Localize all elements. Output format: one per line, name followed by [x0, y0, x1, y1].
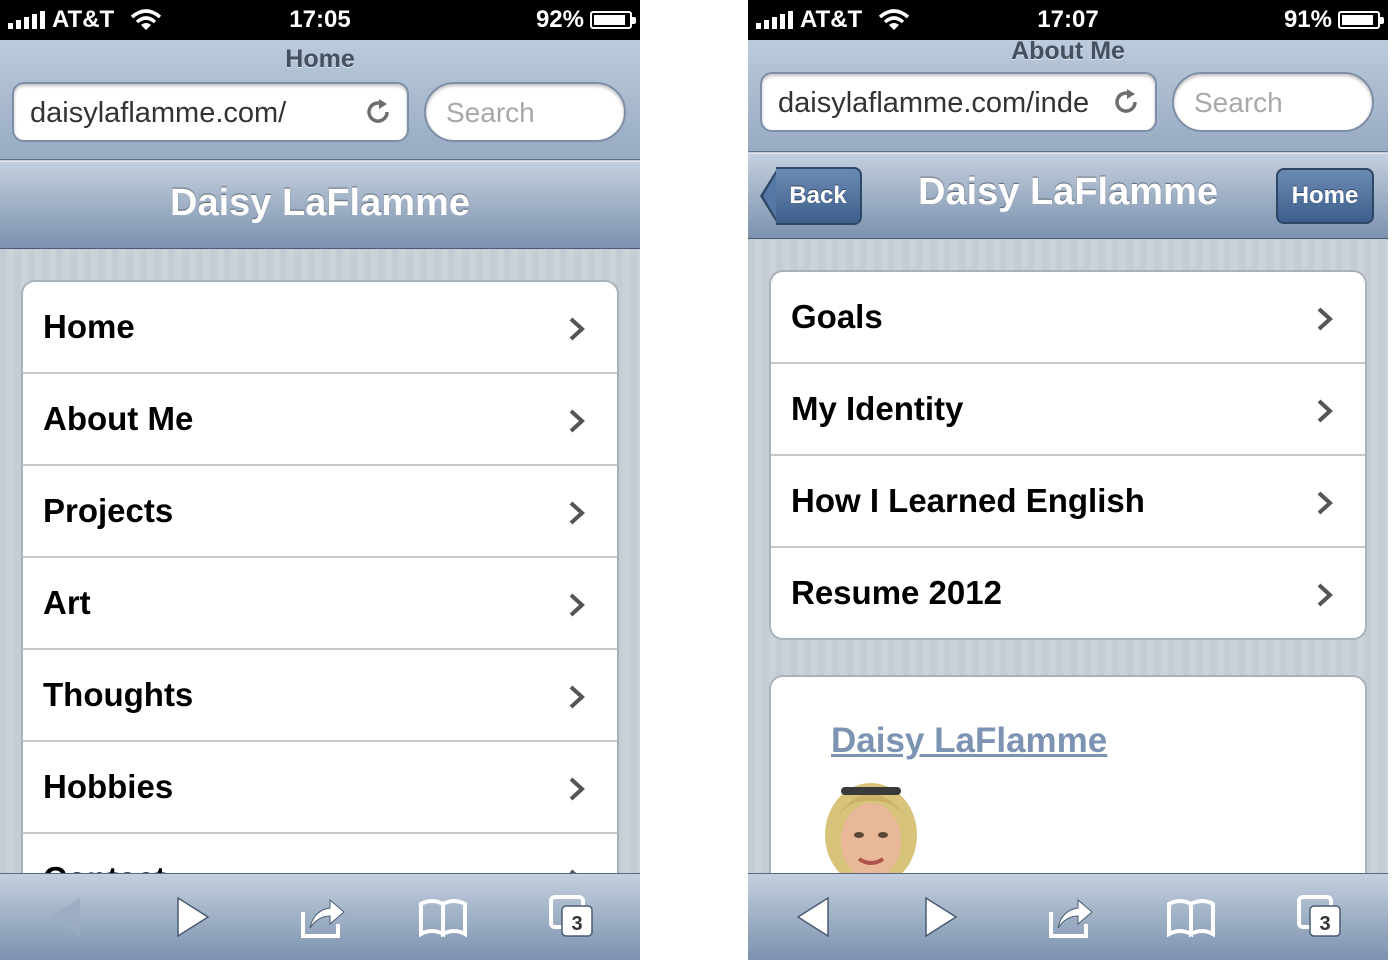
list-item-art[interactable]: Art [23, 558, 617, 650]
chevron-right-icon [569, 317, 585, 341]
chevron-right-icon [569, 501, 585, 525]
forward-arrow-icon[interactable] [168, 894, 218, 940]
tabs-icon[interactable]: 3 [1296, 894, 1346, 940]
tab-count: 3 [1319, 913, 1330, 935]
back-arrow-icon[interactable] [790, 894, 840, 940]
list-item-hobbies[interactable]: Hobbies [23, 742, 617, 834]
search-placeholder: Search [1194, 87, 1283, 118]
site-header: Daisy LaFlamme [0, 161, 640, 249]
browser-page-title: Home [285, 45, 355, 73]
list-item-label: Hobbies [43, 768, 174, 805]
chevron-right-icon [569, 685, 585, 709]
bookmarks-icon[interactable] [1166, 894, 1216, 940]
list-item-label: Home [43, 308, 135, 345]
browser-address-bar: About Me daisylaflamme.com/inde Search [748, 37, 1388, 152]
status-bar: AT&T 17:07 91% [748, 0, 1388, 40]
list-item-label: How I Learned English [791, 482, 1145, 519]
list-item-label: My Identity [791, 390, 964, 427]
profile-name-link[interactable]: Daisy LaFlamme [831, 721, 1107, 761]
list-item-label: Thoughts [43, 676, 194, 713]
url-field[interactable]: daisylaflamme.com/inde [760, 72, 1157, 132]
browser-address-bar: Home daisylaflamme.com/ Search [0, 40, 640, 160]
site-header: Back Daisy LaFlamme Home [748, 153, 1388, 239]
bookmarks-icon[interactable] [418, 894, 468, 940]
chevron-right-icon [1317, 399, 1333, 423]
content-area: Home About Me Projects Art Thoughts Hobb… [0, 250, 640, 920]
chevron-right-icon [569, 409, 585, 433]
chevron-right-icon [569, 777, 585, 801]
list-item-label: Art [43, 584, 91, 621]
list-item-thoughts[interactable]: Thoughts [23, 650, 617, 742]
reload-icon[interactable] [363, 97, 393, 127]
browser-toolbar: 3 [748, 873, 1388, 960]
sub-nav-list: Goals My Identity How I Learned English … [769, 270, 1367, 640]
tabs-icon[interactable]: 3 [548, 894, 598, 940]
phone-screen-home: AT&T 17:05 92% Home daisylaflamme.com/ S… [0, 0, 640, 960]
content-area: Goals My Identity How I Learned English … [748, 240, 1388, 935]
search-placeholder: Search [446, 97, 535, 128]
list-item-goals[interactable]: Goals [771, 272, 1365, 364]
battery-icon [1338, 11, 1384, 29]
search-input[interactable]: Search [1172, 72, 1374, 132]
battery-percent: 91% [1283, 6, 1332, 33]
avatar [825, 783, 917, 883]
list-item-home[interactable]: Home [23, 282, 617, 374]
chevron-right-icon [1317, 307, 1333, 331]
share-icon[interactable] [298, 894, 348, 940]
status-bar: AT&T 17:05 92% [0, 0, 640, 40]
list-item-about-me[interactable]: About Me [23, 374, 617, 466]
nav-list: Home About Me Projects Art Thoughts Hobb… [21, 280, 619, 920]
list-item-label: About Me [43, 400, 194, 437]
forward-arrow-icon[interactable] [916, 894, 966, 940]
list-item-label: Projects [43, 492, 174, 529]
chevron-right-icon [1317, 491, 1333, 515]
url-text: daisylaflamme.com/inde [778, 87, 1090, 119]
url-field[interactable]: daisylaflamme.com/ [12, 82, 409, 142]
share-icon[interactable] [1046, 894, 1096, 940]
url-text: daisylaflamme.com/ [30, 97, 287, 129]
search-input[interactable]: Search [424, 82, 626, 142]
list-item-label: Resume 2012 [791, 574, 1002, 611]
tab-count: 3 [571, 913, 582, 935]
list-item-resume-2012[interactable]: Resume 2012 [771, 548, 1365, 638]
list-item-projects[interactable]: Projects [23, 466, 617, 558]
home-button[interactable]: Home [1276, 168, 1374, 224]
browser-toolbar: 3 [0, 873, 640, 960]
back-arrow-icon[interactable] [42, 894, 92, 940]
reload-icon[interactable] [1111, 87, 1141, 117]
site-title: Daisy LaFlamme [170, 182, 470, 224]
phone-screen-about-me: AT&T 17:07 91% About Me daisylaflamme.co… [748, 0, 1388, 960]
chevron-right-icon [569, 593, 585, 617]
battery-percent: 92% [535, 6, 584, 33]
list-item-how-i-learned-english[interactable]: How I Learned English [771, 456, 1365, 548]
chevron-right-icon [1317, 583, 1333, 607]
battery-icon [590, 11, 636, 29]
list-item-label: Goals [791, 298, 883, 335]
list-item-my-identity[interactable]: My Identity [771, 364, 1365, 456]
browser-page-title: About Me [1011, 37, 1125, 65]
